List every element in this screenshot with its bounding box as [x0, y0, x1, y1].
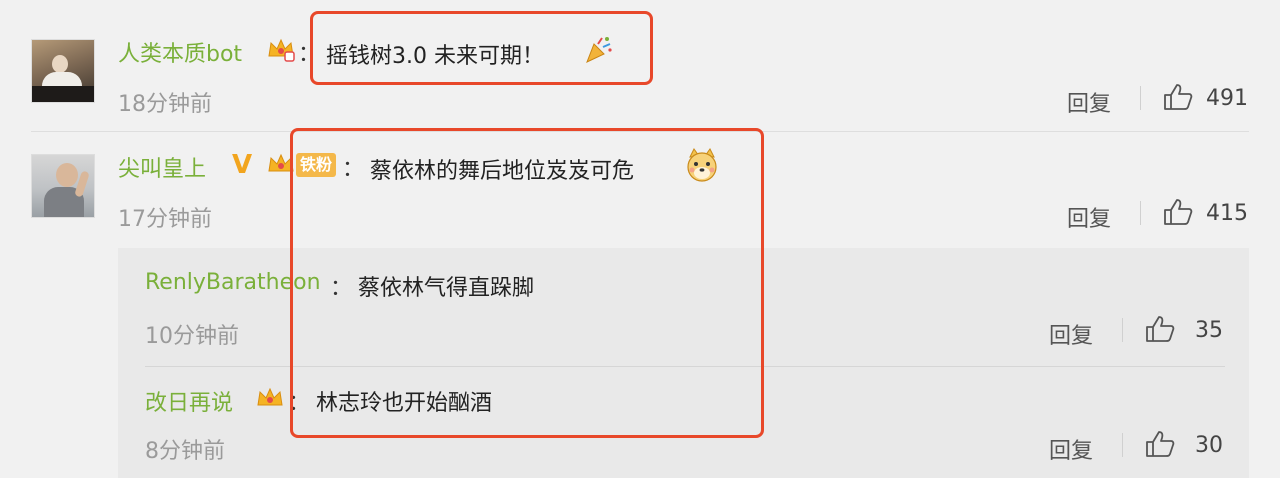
reply-time: 8分钟前: [145, 439, 225, 464]
crown-badge-icon: [257, 387, 283, 406]
reply-username[interactable]: 改日再说: [145, 385, 233, 417]
reply-time: 10分钟前: [145, 324, 239, 349]
thumb-up-icon[interactable]: [1145, 315, 1175, 343]
comment-username[interactable]: 尖叫皇上: [118, 151, 206, 183]
reply-button[interactable]: 回复: [1067, 86, 1111, 118]
comment-time: 18分钟前: [118, 92, 212, 117]
highlight-box: [310, 11, 653, 85]
comment-time: 17分钟前: [118, 207, 212, 232]
action-separator: [1122, 318, 1123, 342]
verified-v-icon: V: [232, 150, 253, 180]
reply-button[interactable]: 回复: [1049, 318, 1093, 350]
like-count: 491: [1206, 86, 1248, 111]
action-separator: [1122, 433, 1123, 457]
highlight-box: [290, 128, 764, 438]
avatar[interactable]: [31, 39, 95, 103]
thumb-up-icon[interactable]: [1163, 83, 1193, 111]
comment-username[interactable]: 人类本质bot: [118, 36, 242, 68]
reply-button[interactable]: 回复: [1067, 201, 1111, 233]
like-count: 35: [1195, 318, 1223, 343]
reply-button[interactable]: 回复: [1049, 433, 1093, 465]
avatar[interactable]: [31, 154, 95, 218]
thumb-up-icon[interactable]: [1163, 198, 1193, 226]
like-count: 415: [1206, 201, 1248, 226]
thumb-up-icon[interactable]: [1145, 430, 1175, 458]
like-count: 30: [1195, 433, 1223, 458]
crown-badge-icon: [268, 38, 295, 62]
action-separator: [1140, 86, 1141, 110]
action-separator: [1140, 201, 1141, 225]
comment-list: 人类本质bot ： 摇钱树3.0 未来可期！ 18分钟前 回复 491 尖叫皇上…: [0, 0, 1280, 478]
